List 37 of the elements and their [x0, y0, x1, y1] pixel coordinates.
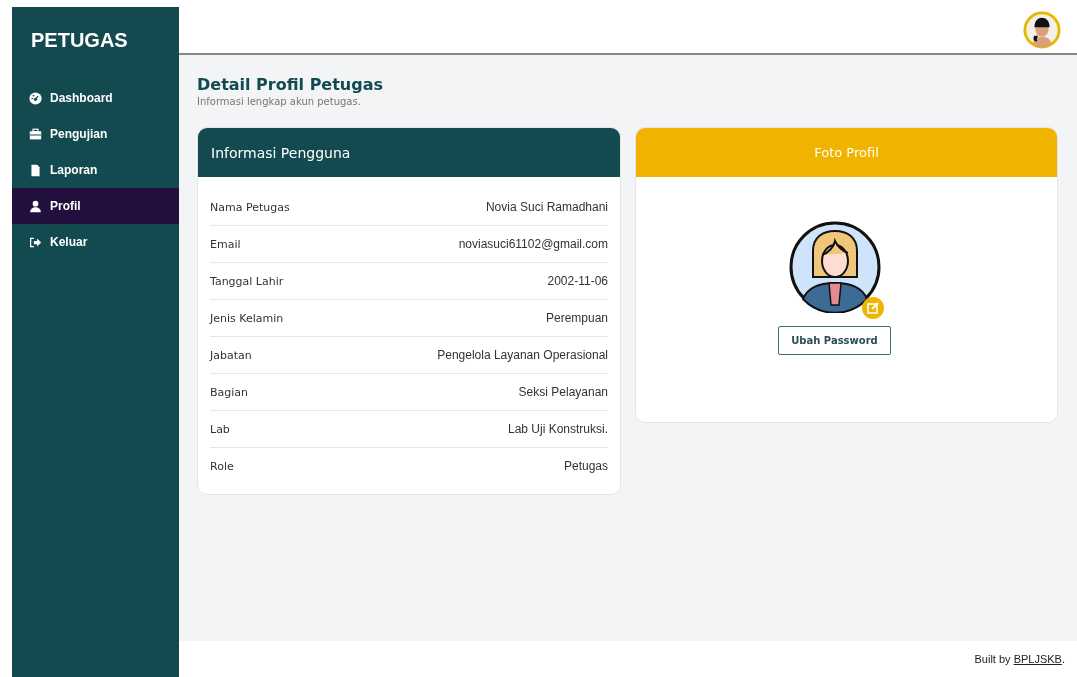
field-value: Lab Uji Konstruksi.: [507, 422, 608, 436]
brand-title: PETUGAS: [30, 28, 129, 53]
footer-text: Built by BPLJSKB.: [974, 653, 1065, 665]
card-title: Informasi Pengguna: [211, 144, 351, 161]
edit-icon[interactable]: [861, 297, 884, 319]
gauge-icon: [29, 91, 42, 105]
card-title: Foto Profil: [814, 145, 879, 160]
field-label: Email: [210, 237, 241, 251]
field-value: Perempuan: [545, 311, 608, 325]
field-value: noviasuci61102@gmail.com: [458, 237, 608, 251]
footer-link[interactable]: BPLJSKB: [1013, 653, 1062, 665]
user-avatar-icon[interactable]: [1023, 11, 1061, 49]
field-label: Tanggal Lahir: [210, 274, 284, 288]
page-title: Detail Profil Petugas: [197, 75, 385, 94]
field-value: Novia Suci Ramadhani: [485, 200, 608, 214]
field-label: Jenis Kelamin: [210, 311, 284, 325]
sidebar-item[interactable]: Profil: [12, 188, 179, 224]
sign-out-icon: [29, 235, 42, 249]
field-label: Jabatan: [210, 348, 252, 362]
field-value: Seksi Pelayanan: [518, 385, 608, 399]
change-password-button[interactable]: Ubah Password: [778, 326, 891, 355]
briefcase-icon: [29, 127, 42, 141]
page-subtitle: Informasi lengkap akun petugas.: [197, 96, 362, 107]
sidebar-item[interactable]: Pengujian: [12, 116, 179, 152]
sidebar-item[interactable]: Keluar: [12, 224, 179, 260]
field-value: 2002-11-06: [547, 274, 608, 288]
woman-avatar-icon: [788, 221, 881, 313]
sidebar-item[interactable]: Dashboard: [12, 80, 179, 116]
field-label: Bagian: [210, 385, 249, 399]
field-value: Pengelola Layanan Operasional: [437, 348, 608, 362]
sidebar-item[interactable]: Laporan: [12, 152, 179, 188]
file-icon: [29, 163, 42, 177]
field-label: Lab: [210, 422, 230, 436]
field-label: Role: [210, 459, 234, 473]
user-icon: [29, 199, 42, 213]
field-value: Petugas: [563, 459, 608, 473]
field-label: Nama Petugas: [210, 200, 290, 214]
